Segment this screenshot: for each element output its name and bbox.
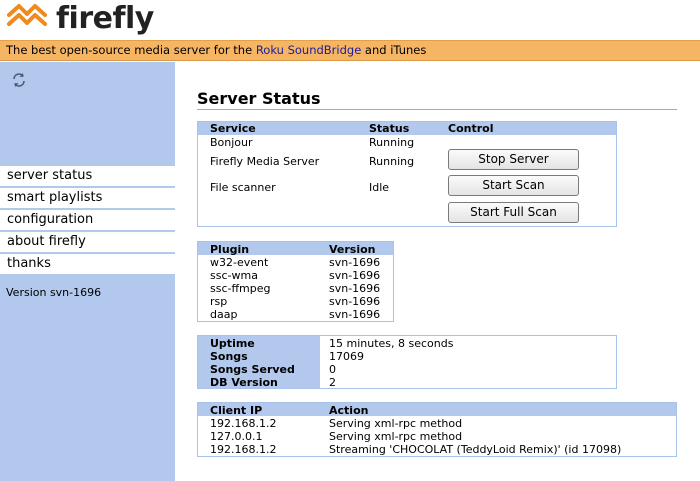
- plugin-name: w32-event: [210, 256, 269, 269]
- service-status: Running: [369, 136, 415, 149]
- tagline: The best open-source media server for th…: [0, 40, 700, 61]
- client-ip: 127.0.0.1: [210, 430, 263, 443]
- start-scan-button[interactable]: Start Scan: [448, 175, 579, 196]
- plugin-name: daap: [210, 308, 238, 321]
- client-ip: 192.168.1.2: [210, 443, 277, 456]
- column-header-service: Service: [210, 122, 256, 135]
- stop-server-button[interactable]: Stop Server: [448, 149, 579, 170]
- plugin-version: svn-1696: [329, 308, 381, 321]
- plugin-version: svn-1696: [329, 295, 381, 308]
- header: firefly: [0, 0, 700, 40]
- sidebar-item-about-firefly[interactable]: about firefly: [0, 232, 175, 252]
- sidebar: server status smart playlists configurat…: [0, 62, 175, 481]
- sidebar-item-smart-playlists[interactable]: smart playlists: [0, 188, 175, 208]
- stat-label: DB Version: [210, 376, 278, 389]
- stat-value: 2: [329, 376, 336, 389]
- sidebar-nav: server status smart playlists configurat…: [0, 166, 175, 276]
- plugin-version: svn-1696: [329, 269, 381, 282]
- client-action: Serving xml-rpc method: [329, 417, 463, 430]
- client-action: Serving xml-rpc method: [329, 430, 463, 443]
- stat-label: Songs: [210, 350, 248, 363]
- service-name: File scanner: [210, 181, 276, 194]
- version-label: Version svn-1696: [6, 286, 102, 299]
- plugin-name: rsp: [210, 295, 228, 308]
- service-name: Bonjour: [210, 136, 253, 149]
- column-header-client-ip: Client IP: [210, 404, 263, 417]
- firefly-logo-icon: [7, 4, 47, 26]
- column-header-action: Action: [329, 404, 369, 417]
- sidebar-item-thanks[interactable]: thanks: [0, 254, 175, 274]
- main-content: Server Status Service Status Control Bon…: [175, 62, 700, 481]
- refresh-icon[interactable]: [11, 72, 27, 88]
- column-header-version: Version: [329, 243, 376, 256]
- services-table: Service Status Control Bonjour Running F…: [197, 121, 617, 227]
- column-header-control: Control: [448, 122, 494, 135]
- tagline-prefix: The best open-source media server for th…: [6, 43, 256, 57]
- stats-table: Uptime 15 minutes, 8 seconds Songs 17069…: [197, 335, 617, 389]
- plugin-name: ssc-wma: [210, 269, 258, 282]
- service-status: Running: [369, 155, 415, 168]
- client-action: Streaming 'CHOCOLAT (TeddyLoid Remix)' (…: [329, 443, 622, 456]
- app-name: firefly: [56, 1, 154, 36]
- clients-table: Client IP Action 192.168.1.2 Serving xml…: [197, 402, 677, 457]
- stat-label: Songs Served: [210, 363, 295, 376]
- start-full-scan-button[interactable]: Start Full Scan: [448, 202, 579, 223]
- page-title: Server Status: [197, 89, 677, 110]
- column-header-status: Status: [369, 122, 410, 135]
- tagline-suffix: and iTunes: [361, 43, 427, 57]
- plugin-version: svn-1696: [329, 256, 381, 269]
- stat-value: 17069: [329, 350, 364, 363]
- clients-header: [198, 403, 676, 416]
- stat-label: Uptime: [210, 337, 255, 350]
- sidebar-item-configuration[interactable]: configuration: [0, 210, 175, 230]
- sidebar-item-server-status[interactable]: server status: [0, 166, 175, 186]
- column-header-plugin: Plugin: [210, 243, 250, 256]
- client-ip: 192.168.1.2: [210, 417, 277, 430]
- plugins-table: Plugin Version w32-event svn-1696 ssc-wm…: [197, 241, 394, 322]
- stat-value: 15 minutes, 8 seconds: [329, 337, 454, 350]
- service-name: Firefly Media Server: [210, 155, 320, 168]
- plugin-version: svn-1696: [329, 282, 381, 295]
- stat-value: 0: [329, 363, 336, 376]
- plugin-name: ssc-ffmpeg: [210, 282, 271, 295]
- roku-soundbridge-link[interactable]: Roku SoundBridge: [256, 43, 361, 57]
- service-status: Idle: [369, 181, 390, 194]
